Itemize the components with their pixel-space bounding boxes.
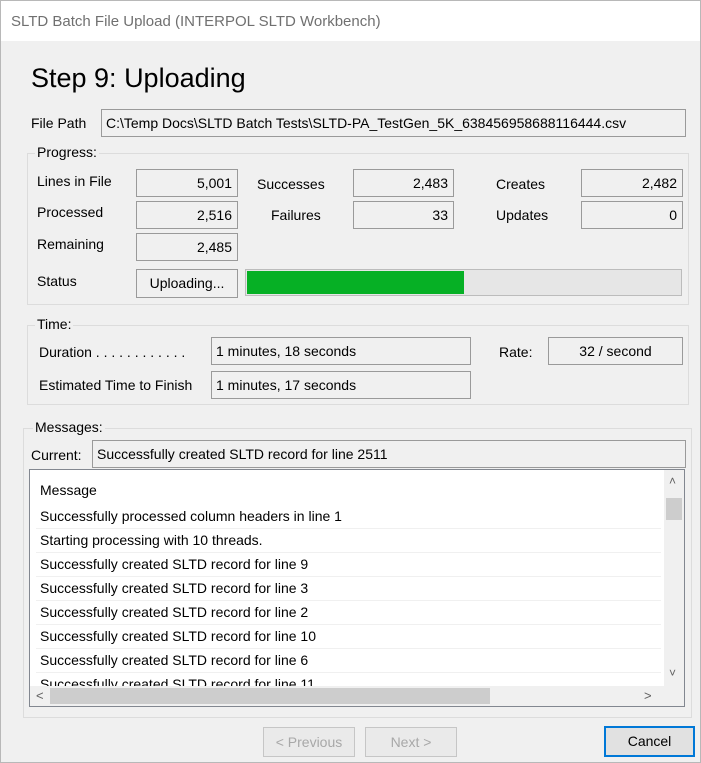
status-value: Uploading... [136, 269, 238, 298]
remaining-value: 2,485 [136, 233, 238, 261]
failures-value: 33 [353, 201, 454, 229]
message-row[interactable]: Successfully created SLTD record for lin… [40, 556, 308, 572]
row-separator [36, 672, 661, 673]
file-path-field[interactable]: C:\Temp Docs\SLTD Batch Tests\SLTD-PA_Te… [101, 109, 686, 137]
successes-value: 2,483 [353, 169, 454, 197]
dialog-window: SLTD Batch File Upload (INTERPOL SLTD Wo… [0, 0, 701, 763]
upload-progress-fill [247, 271, 464, 294]
lines-in-file-label: Lines in File [37, 173, 112, 189]
progress-group-label: Progress: [35, 144, 99, 160]
row-separator [36, 528, 661, 529]
row-separator [36, 576, 661, 577]
creates-value: 2,482 [581, 169, 683, 197]
messages-list[interactable]: Message Successfully processed column he… [29, 469, 685, 707]
upload-progress-bar [245, 269, 682, 296]
eta-value: 1 minutes, 17 seconds [211, 371, 471, 399]
row-separator [36, 552, 661, 553]
cancel-button[interactable]: Cancel [604, 726, 695, 757]
vertical-scroll-thumb[interactable] [666, 498, 682, 520]
rate-label: Rate: [499, 344, 533, 360]
step-title: Step 9: Uploading [31, 63, 246, 93]
previous-button[interactable]: < Previous [263, 727, 355, 757]
message-column-header[interactable]: Message [40, 482, 97, 498]
scroll-left-icon[interactable]: < [36, 688, 44, 703]
message-row[interactable]: Successfully processed column headers in… [40, 508, 342, 524]
rate-value: 32 / second [548, 337, 683, 365]
file-path-label: File Path [31, 115, 87, 131]
scroll-right-icon[interactable]: > [644, 688, 652, 703]
failures-label: Failures [271, 207, 321, 223]
remaining-label: Remaining [37, 236, 104, 252]
successes-label: Successes [257, 176, 325, 192]
horizontal-scroll-thumb[interactable] [50, 688, 490, 704]
processed-value: 2,516 [136, 201, 238, 229]
updates-label: Updates [496, 207, 549, 223]
title-bar: SLTD Batch File Upload (INTERPOL SLTD Wo… [1, 1, 700, 41]
eta-label: Estimated Time to Finish [39, 377, 193, 393]
message-row[interactable]: Successfully created SLTD record for lin… [40, 580, 308, 596]
message-row[interactable]: Successfully created SLTD record for lin… [40, 604, 308, 620]
message-row[interactable]: Successfully created SLTD record for lin… [40, 652, 308, 668]
current-message-value: Successfully created SLTD record for lin… [92, 440, 686, 468]
scroll-up-icon[interactable]: ˄ [669, 474, 676, 488]
vertical-scrollbar[interactable]: ˄ ˅ [664, 470, 684, 686]
creates-label: Creates [496, 176, 546, 192]
next-button[interactable]: Next > [365, 727, 457, 757]
processed-label: Processed [37, 204, 104, 220]
time-group-label: Time: [35, 316, 74, 332]
current-message-label: Current: [31, 447, 82, 463]
duration-label: Duration . . . . . . . . . . . . [39, 344, 186, 360]
scroll-down-icon[interactable]: ˅ [669, 666, 676, 680]
messages-group-label: Messages: [33, 419, 105, 435]
row-separator [36, 600, 661, 601]
row-separator [36, 624, 661, 625]
horizontal-scrollbar[interactable]: < > [30, 686, 684, 706]
row-separator [36, 648, 661, 649]
lines-in-file-value: 5,001 [136, 169, 238, 197]
window-title: SLTD Batch File Upload (INTERPOL SLTD Wo… [11, 13, 381, 30]
duration-value: 1 minutes, 18 seconds [211, 337, 471, 365]
message-row[interactable]: Starting processing with 10 threads. [40, 532, 263, 548]
status-label: Status [37, 273, 77, 289]
updates-value: 0 [581, 201, 683, 229]
message-row[interactable]: Successfully created SLTD record for lin… [40, 628, 316, 644]
